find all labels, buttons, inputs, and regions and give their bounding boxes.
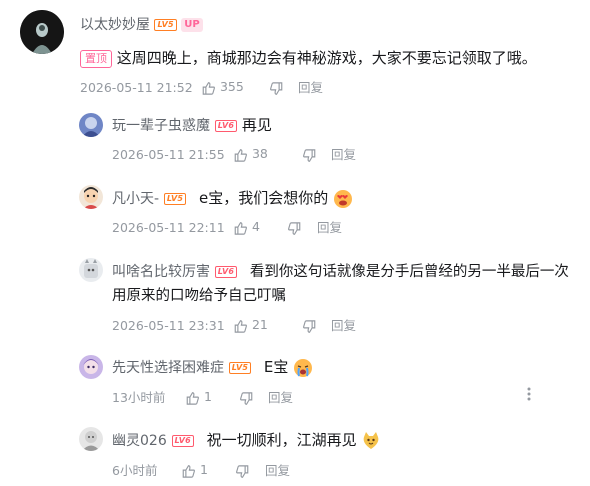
like-count: 1	[199, 462, 208, 477]
thumbs-up-icon	[234, 148, 247, 162]
like-count: 21	[251, 317, 268, 332]
reply-text: 祝一切顺利，江湖再见	[206, 431, 357, 449]
thumbs-down-icon	[270, 81, 283, 95]
avatar[interactable]	[79, 427, 103, 451]
crying-emoji-icon	[294, 358, 313, 377]
more-dots-icon[interactable]	[526, 386, 532, 406]
reply-button[interactable]: 回复	[298, 80, 323, 96]
thumbs-down-icon	[240, 391, 253, 405]
reply-line: 幽灵026 LV6 祝一切顺利，江湖再见	[112, 428, 381, 452]
level-badge: LV6	[214, 119, 238, 132]
comment-meta: 2026-05-11 21:52	[80, 80, 193, 96]
comment-username[interactable]: 以太妙妙屋 LV5 UP	[80, 16, 203, 34]
avatar-image	[20, 10, 64, 54]
like-count: 1	[203, 389, 212, 404]
avatar-image	[79, 113, 103, 137]
reply-button[interactable]: 回复	[268, 390, 293, 406]
avatar[interactable]	[20, 10, 64, 54]
reply-username[interactable]: 玩一辈子虫惑魔	[112, 118, 210, 134]
thumbs-up-icon	[202, 81, 215, 95]
avatar-image	[79, 258, 103, 282]
reply-line: 先天性选择困难症 LV5 E宝	[112, 355, 313, 379]
avatar[interactable]	[79, 113, 103, 137]
like-button[interactable]: 38	[233, 146, 268, 162]
reply-text: E宝	[263, 358, 289, 376]
thumbs-down-icon	[236, 464, 249, 478]
reply-text-line2: 用原来的口吻给予自己叮嘱	[112, 288, 286, 304]
like-button[interactable]: 1	[185, 389, 212, 405]
avatar[interactable]	[79, 258, 103, 282]
like-count: 38	[251, 146, 268, 161]
avatar[interactable]	[79, 355, 103, 379]
dislike-button[interactable]	[269, 80, 284, 96]
reply-text-line1: 看到你这句话就像是分手后曾经的另一半最后一次	[249, 264, 569, 280]
like-button[interactable]: 4	[233, 219, 260, 235]
reply-text: 再见	[241, 116, 272, 134]
reply-button[interactable]: 回复	[265, 463, 290, 479]
level-badge: LV5	[154, 19, 177, 31]
reply-button[interactable]: 回复	[331, 318, 356, 334]
avatar-image	[79, 355, 103, 379]
level-badge: LV6	[214, 265, 238, 278]
reply-time: 2026-05-11 23:31	[112, 318, 225, 333]
like-count: 4	[251, 219, 260, 234]
pinned-tag: 置顶	[80, 49, 112, 68]
dislike-button[interactable]	[239, 390, 254, 406]
reply-username[interactable]: 叫啥名比较厉害	[112, 264, 210, 280]
reply-line: 叫啥名比较厉害 LV6 看到你这句话就像是分手后曾经的另一半最后一次	[112, 259, 569, 284]
thumbs-down-icon	[303, 148, 316, 162]
level-badge: LV5	[228, 361, 252, 374]
level-badge: LV5	[163, 192, 187, 205]
thumbs-down-icon	[303, 319, 316, 333]
like-count: 355	[219, 79, 244, 94]
dislike-button[interactable]	[235, 463, 250, 479]
cat-emoji-icon	[364, 431, 379, 449]
like-button[interactable]: 1	[181, 462, 208, 478]
reply-button[interactable]: 回复	[331, 147, 356, 163]
dislike-button[interactable]	[302, 318, 317, 334]
thumbs-up-icon	[234, 221, 247, 235]
comment-text: 这周四晚上，商城那边会有神秘游戏，大家不要忘记领取了哦。	[116, 49, 537, 67]
thumbs-up-icon	[186, 391, 199, 405]
avatar-image	[79, 185, 103, 209]
level-badge: LV6	[171, 434, 194, 447]
like-button[interactable]: 21	[233, 317, 268, 333]
reply-time: 13小时前	[112, 390, 166, 405]
reply-time: 2026-05-11 22:11	[112, 220, 225, 235]
comment-content: 置顶 这周四晚上，商城那边会有神秘游戏，大家不要忘记领取了哦。	[80, 46, 537, 70]
reply-line: 凡小天- LV5 e宝，我们会想你的	[112, 186, 353, 210]
reply-button[interactable]: 回复	[317, 220, 342, 236]
like-button[interactable]: 355	[201, 79, 244, 95]
avatar[interactable]	[79, 185, 103, 209]
up-badge: UP	[181, 18, 203, 32]
thumbs-up-icon	[182, 464, 195, 478]
thumbs-up-icon	[234, 319, 247, 333]
reply-text: e宝，我们会想你的	[198, 189, 329, 207]
reply-line: 玩一辈子虫惑魔 LV6 再见	[112, 113, 272, 137]
reply-username[interactable]: 幽灵026	[112, 433, 167, 449]
heart-eyes-emoji-icon	[334, 189, 352, 208]
dislike-button[interactable]	[287, 220, 302, 236]
dislike-button[interactable]	[302, 147, 317, 163]
avatar-image	[79, 427, 103, 451]
reply-username[interactable]: 凡小天-	[112, 191, 159, 207]
reply-username[interactable]: 先天性选择困难症	[112, 360, 224, 376]
comment-time: 2026-05-11 21:52	[80, 80, 193, 95]
reply-time: 6小时前	[112, 463, 158, 478]
thumbs-down-icon	[288, 221, 301, 235]
reply-time: 2026-05-11 21:55	[112, 147, 225, 162]
